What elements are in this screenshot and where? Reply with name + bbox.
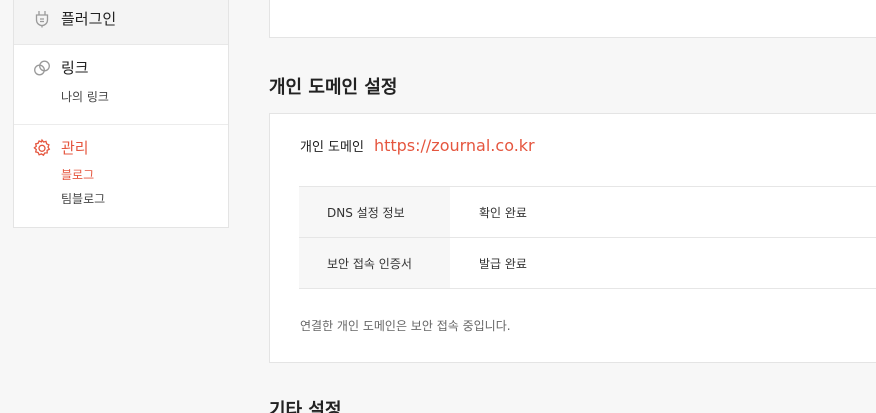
link-icon bbox=[32, 58, 52, 78]
sidebar-item-blog[interactable]: 블로그 bbox=[61, 167, 94, 183]
dns-status-label: DNS 설정 정보 bbox=[299, 187, 450, 237]
sidebar-manage-title: 관리 bbox=[61, 139, 89, 157]
sidebar-plugin-title: 플러그인 bbox=[61, 10, 117, 28]
sidebar-link-header[interactable]: 링크 bbox=[32, 58, 89, 78]
domain-row: 개인 도메인 https://zournal.co.kr bbox=[300, 136, 535, 155]
table-row: DNS 설정 정보 확인 완료 bbox=[299, 187, 876, 238]
domain-status-table: DNS 설정 정보 확인 완료 보안 접속 인증서 발급 완료 bbox=[299, 186, 876, 289]
custom-domain-card: 개인 도메인 https://zournal.co.kr DNS 설정 정보 확… bbox=[269, 113, 876, 363]
next-section-title: 기타 설정 bbox=[269, 400, 342, 413]
gear-icon bbox=[32, 138, 52, 158]
sidebar-item-my-link[interactable]: 나의 링크 bbox=[61, 89, 109, 105]
sidebar-plugin-header[interactable]: 플러그인 bbox=[32, 9, 116, 29]
plug-icon bbox=[32, 9, 52, 29]
dns-status-value: 확인 완료 bbox=[479, 205, 527, 220]
domain-url-link[interactable]: https://zournal.co.kr bbox=[374, 136, 535, 155]
table-row: 보안 접속 인증서 발급 완료 bbox=[299, 238, 876, 289]
domain-label: 개인 도메인 bbox=[300, 140, 364, 155]
section-title: 개인 도메인 설정 bbox=[269, 77, 398, 98]
sidebar-link-title: 링크 bbox=[61, 59, 89, 77]
sidebar-item-team-blog[interactable]: 팀블로그 bbox=[61, 191, 105, 207]
sidebar-section-manage: 관리 블로그 팀블로그 bbox=[14, 125, 228, 228]
sidebar-section-link: 링크 나의 링크 bbox=[14, 45, 228, 125]
ssl-status-label: 보안 접속 인증서 bbox=[299, 238, 450, 288]
previous-settings-card bbox=[269, 0, 876, 38]
ssl-status-value: 발급 완료 bbox=[479, 256, 527, 271]
secure-connection-note: 연결한 개인 도메인은 보안 접속 중입니다. bbox=[300, 319, 511, 333]
sidebar-section-plugin[interactable]: 플러그인 bbox=[14, 0, 228, 45]
sidebar-manage-header[interactable]: 관리 bbox=[32, 138, 89, 158]
settings-page: 플러그인 링크 나의 링크 관리 블로그 팀블로그 개인 도메인 설정 개인 도… bbox=[0, 0, 876, 413]
sidebar: 플러그인 링크 나의 링크 관리 블로그 팀블로그 bbox=[13, 0, 229, 228]
